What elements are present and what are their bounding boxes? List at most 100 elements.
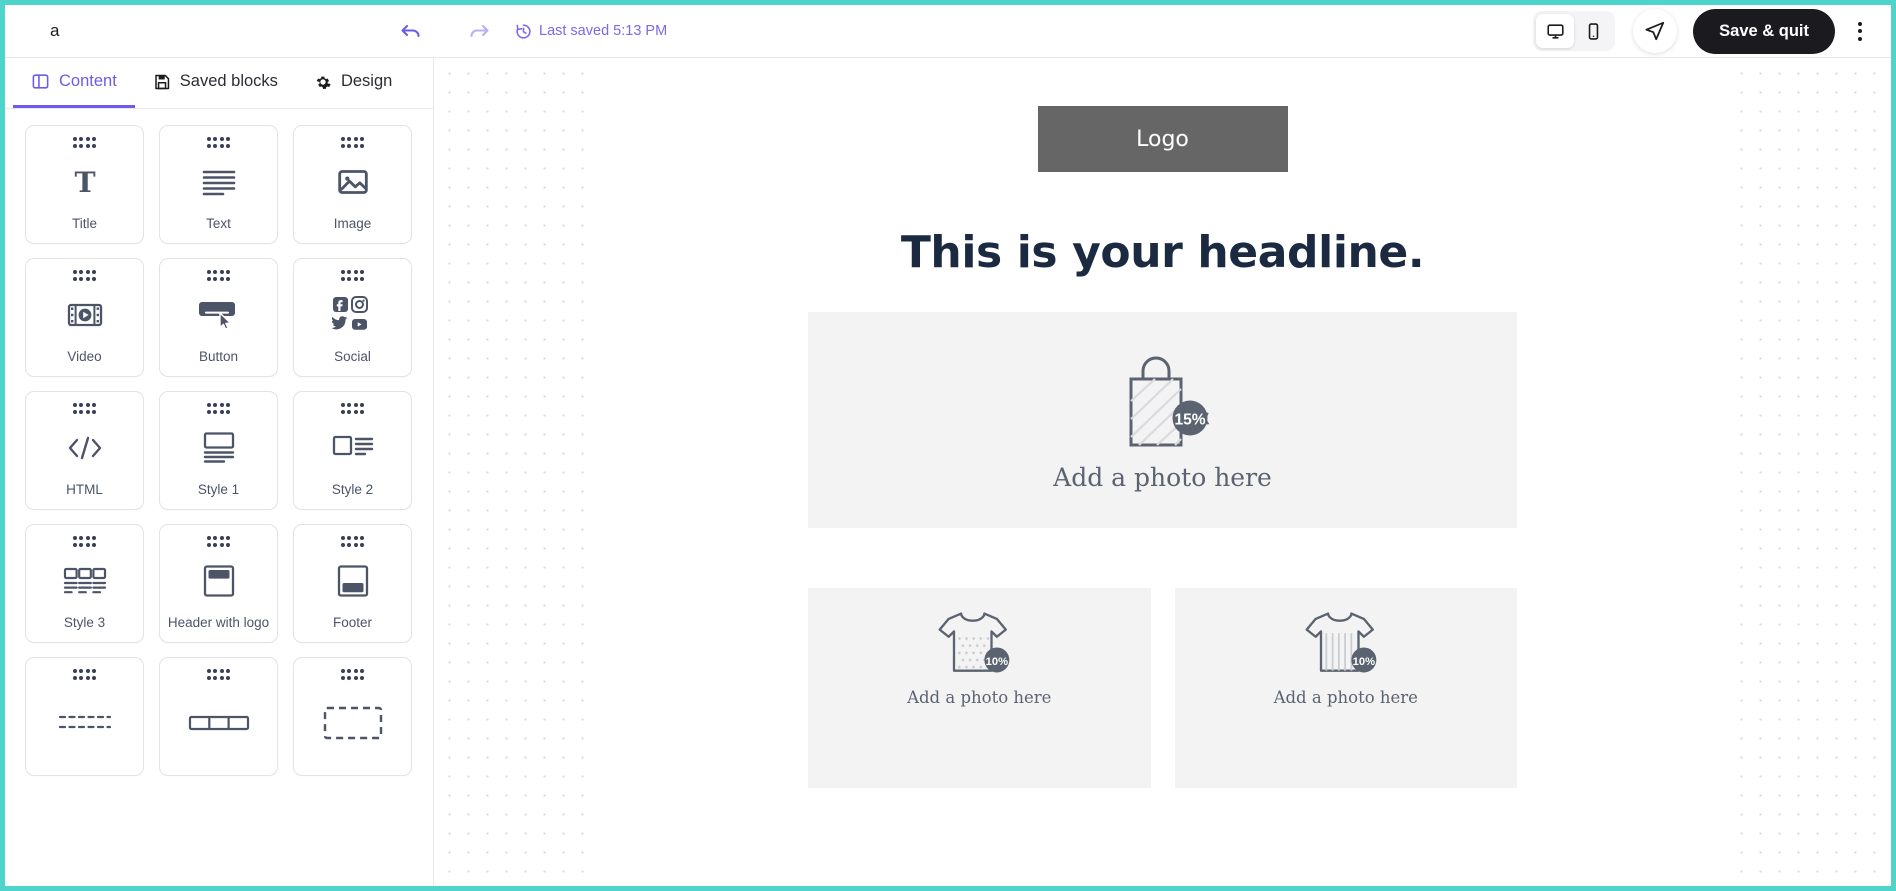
logo-placeholder[interactable]: Logo [1037,106,1288,172]
drag-handle-icon[interactable] [340,669,365,680]
top-toolbar-actions: Save & quit [1533,8,1891,54]
block-icon-wrap: T [26,148,143,217]
tab-design[interactable]: Design [296,58,410,108]
drag-handle-icon[interactable] [72,137,97,148]
tab-saved-blocks[interactable]: Saved blocks [135,58,296,108]
drag-handle-icon[interactable] [72,270,97,281]
block-video[interactable]: Video [25,258,144,377]
drag-handle-icon[interactable] [206,403,231,414]
send-test-button[interactable] [1633,9,1678,53]
redo-arrow-icon [470,24,489,38]
page-builder-app: a Last saved 5:13 PM Save & quit Content… [0,0,1896,891]
redo-button[interactable] [463,15,495,47]
photo-placeholder-left[interactable]: 10% Add a photo here [808,588,1151,788]
block-icon-wrap [26,680,143,776]
block-grid: T Title Text Image Video Button Social H… [25,125,413,776]
photo-placeholder-right[interactable]: 10% Add a photo here [1174,588,1517,788]
image-over-text-icon [203,432,234,463]
last-saved-text: Last saved 5:13 PM [539,23,668,39]
kebab-dot [1858,21,1862,26]
block-title[interactable]: T Title [25,125,144,244]
block-icon-wrap [26,414,143,483]
block-label: Header with logo [167,615,270,630]
tshirt-dotted-discount-icon: 10% [938,612,1010,673]
block-columns[interactable] [159,657,278,776]
block-icon-wrap [294,680,411,776]
hero-discount-badge: 15% [1174,411,1205,428]
discount-badge-left: 10% [986,656,1008,668]
serif-t-icon: T [74,165,95,199]
headline-text[interactable]: This is your headline. [598,227,1728,278]
drag-handle-icon[interactable] [340,270,365,281]
drag-handle-icon[interactable] [340,536,365,547]
block-dashed-placeholder[interactable] [293,657,412,776]
block-button[interactable]: Button [159,258,278,377]
last-saved-status: Last saved 5:13 PM [515,23,667,40]
drag-handle-icon[interactable] [206,137,231,148]
block-style-2[interactable]: Style 2 [293,391,412,510]
send-paper-plane-icon [1645,21,1665,41]
button-cursor-icon [198,301,235,330]
undo-arrow-icon [401,24,420,38]
drag-handle-icon[interactable] [340,137,365,148]
block-text[interactable]: Text [159,125,278,244]
block-label: HTML [66,482,103,497]
block-social[interactable]: Social [293,258,412,377]
block-icon-wrap [160,148,277,217]
floppy-save-icon [155,74,169,89]
mobile-preview-button[interactable] [1574,14,1612,48]
header-logo-icon [203,565,234,597]
block-icon-wrap [160,414,277,483]
block-icon-wrap [26,281,143,350]
block-header-with-logo[interactable]: Header with logo [159,524,278,643]
block-label: Title [71,216,97,231]
more-options-button[interactable] [1843,11,1877,51]
block-icon-wrap [26,547,143,616]
divider-dashed-icon [58,716,111,729]
tab-saved-blocks-label: Saved blocks [179,72,278,90]
drag-handle-icon[interactable] [340,403,365,414]
block-image[interactable]: Image [293,125,412,244]
save-and-quit-button[interactable]: Save & quit [1693,8,1835,54]
shopping-bag-discount-icon: 15% [1129,356,1209,446]
drag-handle-icon[interactable] [72,403,97,414]
block-icon-wrap [160,281,277,350]
block-icon-wrap [160,547,277,616]
block-style-3[interactable]: Style 3 [25,524,144,643]
drag-handle-icon[interactable] [72,669,97,680]
block-label: Footer [332,615,373,630]
email-page: Logo This is your headline. 15% Add a ph… [597,58,1728,886]
block-style-1[interactable]: Style 1 [159,391,278,510]
device-preview-toggle [1533,11,1616,51]
block-label: Image [333,216,372,231]
mobile-phone-icon [1588,22,1598,40]
hero-photo-placeholder[interactable]: 15% Add a photo here [808,312,1517,528]
two-column-photos: 10% Add a photo here 10% Add a photo her… [808,588,1517,788]
history-clock-icon [516,23,531,39]
document-title[interactable]: a [50,21,59,41]
layout-panel-icon [32,74,49,89]
block-library: T Title Text Image Video Button Social H… [5,109,433,886]
email-canvas[interactable]: Logo This is your headline. 15% Add a ph… [434,58,1891,886]
drag-handle-icon[interactable] [206,536,231,547]
desktop-preview-button[interactable] [1536,14,1575,48]
drag-handle-icon[interactable] [206,669,231,680]
sidebar-tabs: Content Saved blocks Design [5,58,433,109]
undo-button[interactable] [395,15,427,47]
desktop-monitor-icon [1547,23,1564,39]
tab-content[interactable]: Content [13,58,135,108]
block-icon-wrap [160,680,277,776]
block-footer[interactable]: Footer [293,524,412,643]
block-divider[interactable] [25,657,144,776]
columns-three-icon [188,716,249,731]
block-label: Style 1 [197,482,240,497]
drag-handle-icon[interactable] [72,536,97,547]
text-lines-icon [202,170,235,196]
picture-icon [337,169,368,194]
block-icon-wrap [294,547,411,616]
drag-handle-icon[interactable] [206,270,231,281]
twitter-icon [330,316,347,330]
block-html[interactable]: HTML [25,391,144,510]
block-label: Style 3 [63,615,106,630]
image-left-text-right-icon [332,435,373,455]
